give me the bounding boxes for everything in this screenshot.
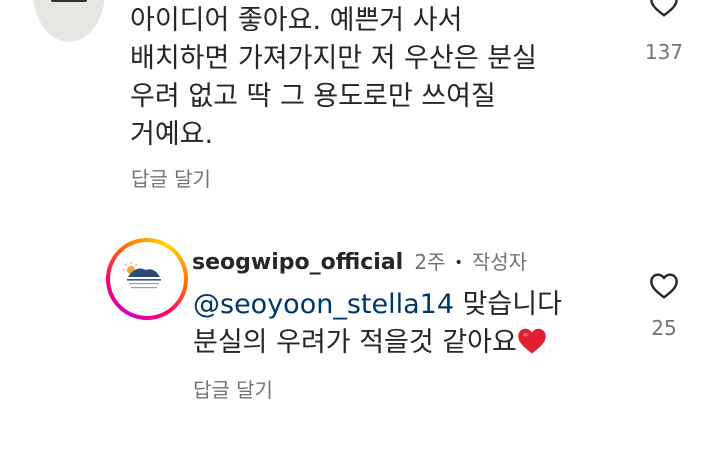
like-button[interactable] [646,270,682,306]
like-button[interactable] [646,0,682,24]
reply-button[interactable]: 답글 달기 [193,374,273,403]
author-badge: 작성자 [471,250,528,274]
reply-button[interactable]: 답글 달기 [131,163,211,192]
reply-text: @seoyoon_stella14 맞습니다 분실의 우려가 적을것 같아요 [193,286,633,366]
separator-dot: • [454,255,463,271]
comment-line: 배치하면 가져가지만 저 우산은 분실 [130,43,537,74]
heart-outline-icon [650,0,678,17]
mention-link[interactable]: @seoyoon_stella14 [193,289,454,320]
comment-text: 아이디어 좋아요. 예쁜거 사서 배치하면 가져가지만 저 우산은 분실 우려 … [130,2,630,154]
commenter-avatar[interactable] [33,0,105,42]
comment-line: 거예요. [130,119,214,150]
red-heart-emoji-icon [517,327,547,366]
like-count: 137 [644,40,684,64]
reply-line-text: 맞습니다 [454,289,562,320]
like-count: 25 [651,316,677,340]
reply-line-text: 분실의 우려가 적을것 같아요 [193,327,517,358]
timestamp: 2주 [414,250,446,274]
comment-line: 아이디어 좋아요. 예쁜거 사서 [130,5,463,36]
comment-header: seogwipo_official 2주 • 작성자 [192,246,527,275]
seogwipo-logo-icon [123,262,161,289]
author-avatar[interactable] [106,238,188,320]
heart-outline-icon [650,273,678,299]
comment-line: 우려 없고 딱 그 용도로만 쓰여질 [130,81,496,112]
author-username[interactable]: seogwipo_official [192,250,403,275]
